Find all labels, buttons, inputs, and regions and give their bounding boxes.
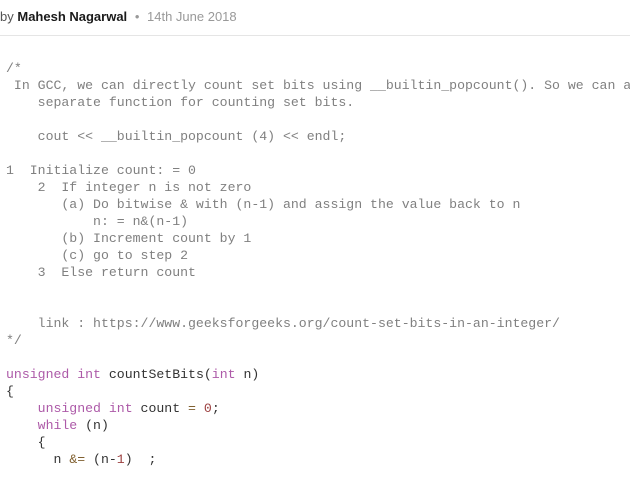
author-name: Mahesh Nagarwal [17, 9, 127, 24]
kw-int: int [77, 367, 101, 382]
kw-unsigned: unsigned [6, 367, 69, 382]
op-and-eq: &= [69, 452, 85, 467]
paren-close-semi: ) ; [125, 452, 157, 467]
comment-body: In GCC, we can directly count set bits u… [6, 78, 630, 331]
indent [6, 401, 38, 416]
semi-1: ; [212, 401, 220, 416]
comment-open: /* [6, 61, 22, 76]
literal-one: 1 [117, 452, 125, 467]
inner-brace-open: { [38, 435, 46, 450]
separator-bullet: • [135, 9, 140, 24]
kw-int-param: int [212, 367, 236, 382]
brace-open: { [6, 384, 14, 399]
code-block: /* In GCC, we can directly count set bit… [0, 42, 630, 474]
comment-close: */ [6, 333, 22, 348]
fn-name: countSetBits( [101, 367, 212, 382]
var-decl-mid: count [133, 401, 188, 416]
paren-open: (n- [85, 452, 117, 467]
kw-unsigned-2: unsigned [38, 401, 101, 416]
meta-line: by Mahesh Nagarwal • 14th June 2018 [0, 0, 630, 36]
by-label: by [0, 9, 14, 24]
kw-while: while [38, 418, 78, 433]
post-date: 14th June 2018 [147, 9, 237, 24]
op-eq: = [188, 401, 196, 416]
indent-2 [6, 418, 38, 433]
while-cond: (n) [77, 418, 109, 433]
kw-int-2: int [109, 401, 133, 416]
inner-indent [6, 452, 53, 467]
var-n: n [53, 452, 69, 467]
indent-3 [6, 435, 38, 450]
literal-zero: 0 [204, 401, 212, 416]
param-close: n) [236, 367, 260, 382]
